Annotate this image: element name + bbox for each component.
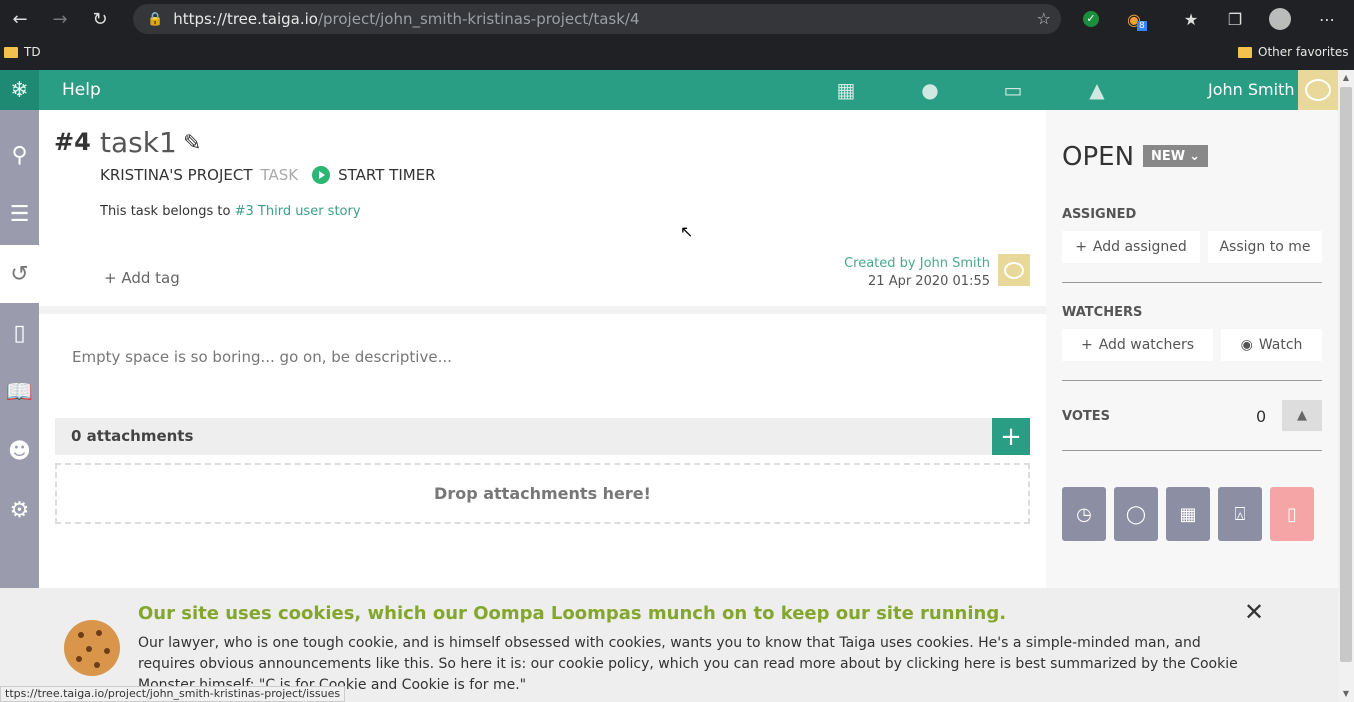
created-info: Created by John Smith 21 Apr 2020 01:55 [800, 255, 990, 291]
mouse-cursor-icon: ↖ [680, 222, 694, 241]
description-placeholder[interactable]: Empty space is so boring... go on, be de… [72, 348, 452, 366]
votes-count: 0 [1256, 407, 1267, 426]
assigned-title: ASSIGNED [1062, 207, 1137, 222]
due-date-clock-icon[interactable]: ◷ [1062, 487, 1106, 541]
url-host: https://tree.taiga.io [173, 10, 318, 28]
task-meta-line: KRISTINA'S PROJECT TASK START TIMER [100, 166, 436, 184]
extension-badge-count: 8 [1137, 21, 1147, 31]
attachments-dropzone[interactable]: Drop attachments here! [55, 463, 1030, 524]
belongs-prefix: This task belongs to [100, 204, 231, 219]
watch-button[interactable]: ◉ Watch [1221, 329, 1322, 361]
project-name: KRISTINA'S PROJECT [100, 166, 253, 184]
settings-gear-icon[interactable]: ⚙ [0, 481, 39, 539]
bookmark-label: Other favorites [1258, 45, 1349, 59]
belongs-to-text: This task belongs to #3 Third user story [100, 204, 361, 219]
eye-icon: ◉ [1240, 337, 1253, 353]
attachments-count: 0 attachments [71, 427, 194, 445]
attachments-header: 0 attachments [55, 418, 1030, 455]
triangle-up-icon: ▲ [1297, 408, 1307, 423]
more-menu-icon[interactable]: ⋯ [1310, 0, 1344, 38]
projects-grid-icon[interactable]: ▦ [834, 78, 858, 102]
divider [1062, 282, 1322, 283]
status-text: OPEN [1062, 142, 1135, 172]
extension-check-icon[interactable]: ✓ [1074, 0, 1108, 38]
delete-trash-icon[interactable]: ▯ [1270, 487, 1314, 541]
folder-icon [4, 46, 18, 58]
created-date: 21 Apr 2020 01:55 [868, 274, 990, 289]
bookmark-folder-other[interactable]: Other favorites [1238, 45, 1349, 59]
cookie-icon [64, 620, 120, 676]
add-tag-button[interactable]: + Add tag [104, 269, 180, 287]
bookmark-label: TD [24, 45, 41, 59]
lock-icon[interactable]: ⍓ [1218, 487, 1262, 541]
watchers-title: WATCHERS [1062, 305, 1143, 320]
chevron-down-icon: ⌄ [1189, 148, 1201, 164]
star-icon[interactable]: ☆ [1037, 9, 1051, 28]
section-divider [39, 306, 1046, 314]
play-icon[interactable] [312, 166, 331, 184]
favorites-icon[interactable]: ★ [1174, 0, 1208, 38]
backlog-icon[interactable]: ☰ [0, 185, 39, 243]
add-assigned-label: Add assigned [1092, 239, 1187, 255]
address-bar[interactable]: 🔒 https://tree.taiga.io/project/john_smi… [133, 4, 1061, 34]
plus-icon: + [104, 269, 122, 287]
item-type-label: TASK [260, 166, 299, 184]
notifications-bell-icon[interactable]: ▲ [1085, 78, 1109, 102]
reload-icon[interactable]: ↻ [80, 0, 120, 38]
collections-icon[interactable]: ❐ [1218, 0, 1252, 38]
discover-globe-icon[interactable]: ● [918, 78, 942, 102]
add-watchers-label: Add watchers [1098, 337, 1195, 353]
scroll-down-icon[interactable]: ▼ [1338, 686, 1354, 702]
task-ref: #4 [54, 128, 91, 156]
add-watchers-button[interactable]: + Add watchers [1062, 329, 1213, 361]
folder-icon [1238, 46, 1252, 58]
forward-icon[interactable]: → [40, 0, 80, 38]
extension-badge-icon[interactable]: ◉ 8 [1117, 0, 1151, 38]
url-path: /project/john_smith-kristinas-project/ta… [317, 10, 640, 28]
start-timer-button[interactable]: START TIMER [338, 166, 435, 184]
search-icon[interactable]: ⚲ [0, 126, 39, 184]
help-link[interactable]: Help [62, 80, 101, 100]
add-tag-label: Add tag [121, 269, 180, 287]
votes-title: VOTES [1062, 409, 1110, 424]
task-subject: task1 [100, 126, 177, 159]
status-bar-url: ttps://tree.taiga.io/project/john_smith-… [0, 686, 346, 702]
status-dropdown[interactable]: NEW ⌄ [1143, 145, 1209, 167]
user-avatar[interactable] [1298, 70, 1338, 110]
team-icon[interactable]: ☻ [0, 422, 39, 480]
assign-to-me-button[interactable]: Assign to me [1208, 231, 1322, 263]
created-by[interactable]: Created by John Smith [800, 255, 990, 273]
favorites-bar: TD Other favorites [0, 38, 1354, 70]
edit-pencil-icon[interactable]: ✎ [183, 131, 201, 156]
iocaine-icon[interactable]: ▦ [1166, 487, 1210, 541]
plus-icon: + [1080, 337, 1093, 353]
status-badge-label: NEW [1151, 148, 1186, 164]
upvote-button[interactable]: ▲ [1282, 400, 1322, 431]
creator-avatar [998, 254, 1030, 286]
cookie-title: Our site uses cookies, which our Oompa L… [138, 603, 1007, 624]
top-navigation: ❄ Help ▦ ● ▭ ▲ John Smith [0, 70, 1338, 110]
scroll-up-icon[interactable]: ▲ [1338, 70, 1354, 86]
plus-icon: + [1075, 239, 1087, 255]
back-icon[interactable]: ← [0, 0, 40, 38]
archive-icon[interactable]: ▭ [1001, 78, 1025, 102]
project-sidebar: ⚲ ☰ ↺ ▯ 📖 ☻ ⚙ [0, 110, 39, 588]
bookmark-folder-td[interactable]: TD [4, 45, 41, 59]
epics-bookmark-icon[interactable]: ▯ [0, 304, 39, 362]
lock-icon: 🔒 [147, 11, 164, 27]
wiki-book-icon[interactable]: 📖 [0, 363, 39, 421]
username[interactable]: John Smith [1208, 80, 1294, 99]
taiga-logo-icon[interactable]: ❄ [0, 70, 39, 110]
scroll-thumb[interactable] [1340, 87, 1352, 662]
add-attachment-button[interactable]: + [992, 418, 1030, 455]
divider [1062, 380, 1322, 381]
user-story-link[interactable]: #3 Third user story [235, 204, 361, 219]
close-icon[interactable]: ✕ [1244, 598, 1264, 626]
watch-label: Watch [1258, 337, 1303, 353]
block-icon[interactable]: ◯ [1114, 487, 1158, 541]
profile-icon[interactable] [1263, 0, 1297, 38]
add-assigned-button[interactable]: + Add assigned [1062, 231, 1200, 263]
kanban-icon[interactable]: ↺ [0, 245, 39, 303]
divider [1062, 450, 1322, 451]
